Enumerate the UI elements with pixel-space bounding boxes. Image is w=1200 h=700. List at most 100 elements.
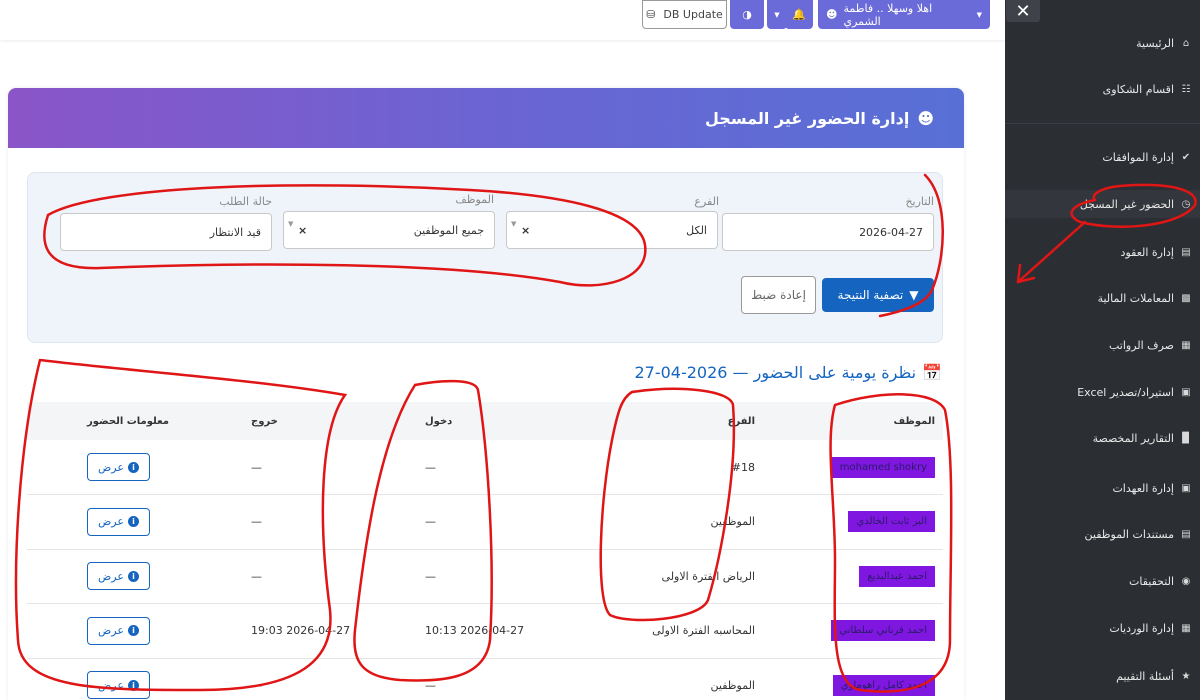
clear-icon[interactable]: × xyxy=(298,224,307,237)
sidebar-item-payroll[interactable]: ▦ صرف الرواتب xyxy=(1005,331,1200,359)
employee-name: احمد كامل راهوماوي xyxy=(832,674,935,696)
sidebar-divider xyxy=(1005,123,1200,124)
sidebar-item-investigations[interactable]: ◉ التحقيقات xyxy=(1005,567,1200,595)
view-label: عرض xyxy=(98,515,124,529)
header-branch: الفرع xyxy=(583,402,763,440)
filter-button-label: تصفية النتيجة xyxy=(837,288,904,302)
header-employee: الموظف xyxy=(763,402,943,440)
box-icon: ▣ xyxy=(1181,482,1191,494)
sidebar-item-label: الحضور غير المسجل xyxy=(1079,197,1174,211)
reset-button-label: إعادة ضبط xyxy=(751,288,806,302)
sidebar-item-finance[interactable]: ▩ المعاملات المالية xyxy=(1005,284,1200,312)
sidebar-item-shifts[interactable]: ▦ إدارة الورديات xyxy=(1005,614,1200,642)
status-label: حالة الطلب xyxy=(219,195,272,208)
cell-info: i عرض xyxy=(27,603,223,659)
cell-employee: احمد فرناني سلطاني xyxy=(763,603,943,659)
main-card: ☻ إدارة الحضور غير المسجل التاريخ 2026-0… xyxy=(8,88,964,700)
table-row: احمد كامل راهوماوي الموظفين — — i عرض xyxy=(27,658,943,700)
view-label: عرض xyxy=(98,624,124,638)
caret-down-icon: ▼ xyxy=(976,10,982,19)
close-icon[interactable]: ✕ xyxy=(1006,0,1040,22)
clock-icon: ◷ xyxy=(1181,198,1191,210)
caret-down-icon[interactable]: ▼ xyxy=(288,220,293,228)
theme-toggle-button[interactable]: ◑ xyxy=(730,0,764,29)
filter-panel: التاريخ 2026-04-27 الفرع الكل × ▼ الموظف… xyxy=(27,172,943,343)
clear-icon[interactable]: × xyxy=(521,224,530,237)
date-label: التاريخ xyxy=(905,195,934,208)
sidebar-item-label: استيراد/تصدير Excel xyxy=(1077,385,1174,399)
star-icon: ★ xyxy=(1181,670,1191,682)
cell-check-in: — xyxy=(403,494,583,550)
caret-down-icon[interactable]: ▼ xyxy=(511,220,516,228)
user-greeting: اهلا وسهلا .. فاطمة الشمري xyxy=(843,1,933,28)
cell-branch: الموظفين xyxy=(583,494,763,550)
attendance-table: الموظف الفرع دخول خروج معلومات الحضور mo… xyxy=(27,402,943,700)
notifications-button[interactable]: 🔔 xyxy=(785,0,813,29)
wallet-icon: ▦ xyxy=(1181,339,1191,351)
reset-button[interactable]: إعادة ضبط xyxy=(741,276,816,314)
view-button[interactable]: i عرض xyxy=(87,562,150,591)
header-info: معلومات الحضور xyxy=(27,402,223,440)
sidebar-item-custody[interactable]: ▣ إدارة العهدات xyxy=(1005,474,1200,502)
cell-employee: mohamed shokry xyxy=(763,440,943,495)
status-select[interactable]: قيد الانتظار xyxy=(60,213,272,251)
overview-title-text: نظرة يومية على الحضور — 2026-04-27 xyxy=(634,363,917,382)
card-header: ☻ إدارة الحضور غير المسجل xyxy=(8,88,964,148)
db-update-label: DB Update xyxy=(663,8,723,21)
sidebar-item-reports[interactable]: ▉ التقارير المخصصة xyxy=(1005,424,1200,452)
branch-select[interactable]: الكل × ▼ xyxy=(506,211,718,249)
file-icon: ▤ xyxy=(1181,528,1191,540)
cell-info: i عرض xyxy=(27,440,223,495)
cell-check-in: 2026-04-27 10:13 xyxy=(403,603,583,659)
home-icon: ⌂ xyxy=(1182,37,1190,49)
cell-employee: احمد عبدالبديع xyxy=(763,549,943,604)
filter-results-button[interactable]: ▼ تصفية النتيجة xyxy=(822,278,934,312)
sidebar-item-approvals[interactable]: ✔ إدارة الموافقات xyxy=(1005,143,1200,171)
check-circle-icon: ✔ xyxy=(1181,151,1191,163)
sidebar-item-label: إدارة الورديات xyxy=(1109,621,1174,635)
cell-branch: الموظفين xyxy=(583,658,763,700)
employee-name: البر ثابت الخالدي xyxy=(848,511,935,533)
cell-check-out: — xyxy=(223,440,403,495)
sidebar-item-label: صرف الرواتب xyxy=(1108,338,1174,352)
header-check-out: خروج xyxy=(223,402,403,440)
db-update-button[interactable]: ⛁ DB Update xyxy=(642,0,727,29)
table-header-row: الموظف الفرع دخول خروج معلومات الحضور xyxy=(27,402,943,440)
view-label: عرض xyxy=(98,569,124,583)
filter-icon: ▼ xyxy=(909,288,919,302)
cell-check-in: — xyxy=(403,549,583,604)
dropdown-button[interactable]: ▼ xyxy=(767,0,787,29)
info-icon: i xyxy=(127,570,139,582)
sidebar-item-home[interactable]: ⌂ الرئيسية xyxy=(1005,29,1200,57)
view-button[interactable]: i عرض xyxy=(87,507,150,536)
sidebar-item-excel[interactable]: ▣ استيراد/تصدير Excel xyxy=(1005,378,1200,406)
status-value: قيد الانتظار xyxy=(209,225,261,239)
sidebar-item-contracts[interactable]: ▤ إدارة العقود xyxy=(1005,238,1200,266)
sidebar-item-label: إدارة الموافقات xyxy=(1102,150,1174,164)
sidebar-item-employee-docs[interactable]: ▤ مستندات الموظفين xyxy=(1005,520,1200,548)
document-icon: ▤ xyxy=(1181,246,1191,258)
sidebar-item-label: الرئيسية xyxy=(1136,36,1174,50)
view-button[interactable]: i عرض xyxy=(87,453,150,481)
cell-info: i عرض xyxy=(27,658,223,700)
sidebar-item-complaints[interactable]: ☷ اقسام الشكاوى xyxy=(1005,75,1200,103)
date-input[interactable]: 2026-04-27 xyxy=(722,213,934,251)
employee-select[interactable]: جميع الموظفين × ▼ xyxy=(283,211,495,249)
user-clock-icon: ☻ xyxy=(917,108,934,128)
sidebar-item-unregistered-attendance[interactable]: ◷ الحضور غير المسجل xyxy=(1005,190,1200,218)
info-icon: i xyxy=(127,679,139,691)
sitemap-icon: ☷ xyxy=(1181,83,1191,95)
page-title: إدارة الحضور غير المسجل xyxy=(705,108,910,128)
info-icon: i xyxy=(127,625,139,637)
top-bar: ☻ اهلا وسهلا .. فاطمة الشمري ▼ 🔔 ▼ ◑ ⛁ D… xyxy=(0,0,1005,40)
table-row: احمد عبدالبديع الرياض الفترة الاولى — — i عرض xyxy=(27,549,943,604)
cell-employee: البر ثابت الخالدي xyxy=(763,494,943,550)
sidebar: ✕ ⌂ الرئيسية ☷ اقسام الشكاوى ✔ إدارة المواف… xyxy=(1005,0,1200,700)
view-button[interactable]: i عرض xyxy=(87,671,150,700)
cell-check-out: 2026-04-27 19:03 xyxy=(223,603,403,659)
table-row: mohamed shokry #18— — i عرض xyxy=(27,440,943,495)
user-menu-button[interactable]: ☻ اهلا وسهلا .. فاطمة الشمري ▼ xyxy=(818,0,990,29)
view-button[interactable]: i عرض xyxy=(87,616,150,645)
caret-down-icon: ▼ xyxy=(774,10,780,19)
sidebar-item-evaluation[interactable]: ★ أسئلة التقييم xyxy=(1005,662,1200,690)
